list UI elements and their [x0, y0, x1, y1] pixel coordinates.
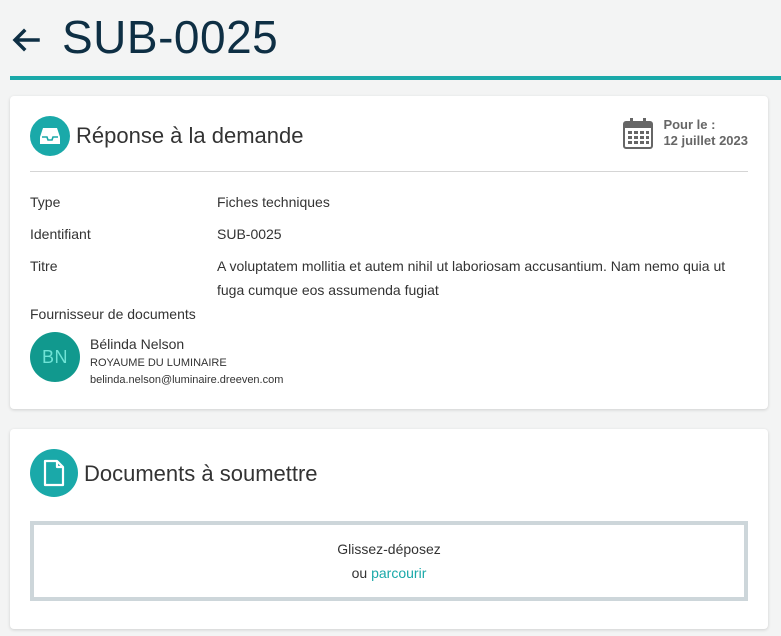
due-label: Pour le : — [663, 117, 716, 132]
response-card-title: Réponse à la demande — [76, 123, 304, 148]
due-date-value: 12 juillet 2023 — [663, 133, 748, 148]
documents-card-title: Documents à soumettre — [84, 461, 318, 486]
field-value: Fiches techniques — [217, 194, 330, 210]
field-value: SUB-0025 — [217, 226, 282, 242]
avatar: BN — [30, 332, 80, 382]
field-row-title: Titre A voluptatem mollitia et autem nih… — [30, 254, 748, 302]
divider — [30, 171, 748, 172]
page-title: SUB-0025 — [62, 11, 279, 63]
inbox-icon — [30, 116, 70, 156]
field-label: Type — [30, 194, 61, 210]
field-value: A voluptatem mollitia et autem nihil ut … — [217, 258, 726, 298]
supplier-name: Bélinda Nelson — [90, 336, 185, 352]
file-icon — [30, 449, 78, 497]
arrow-left-icon[interactable] — [10, 24, 42, 56]
supplier-email: belinda.nelson@luminaire.dreeven.com — [90, 374, 284, 386]
supplier-label: Fournisseur de documents — [30, 306, 196, 322]
page-header: SUB-0025 — [10, 0, 781, 80]
supplier-company: ROYAUME DU LUMINAIRE — [90, 357, 227, 369]
file-dropzone[interactable]: Glissez-déposez ou parcourir — [30, 521, 748, 601]
documents-card: Documents à soumettre Glissez-déposez ou… — [10, 429, 768, 629]
dropzone-or: ou — [351, 565, 368, 581]
dropzone-browse-line: ou parcourir — [352, 561, 427, 585]
calendar-icon — [623, 118, 654, 149]
field-label: Titre — [30, 258, 58, 274]
due-date: Pour le : 12 juillet 2023 — [623, 116, 748, 150]
field-label: Identifiant — [30, 226, 91, 242]
dropzone-text: Glissez-déposez — [337, 541, 441, 557]
browse-link[interactable]: parcourir — [371, 565, 426, 581]
response-card: Réponse à la demande Pour le : 12 juille… — [10, 96, 768, 409]
